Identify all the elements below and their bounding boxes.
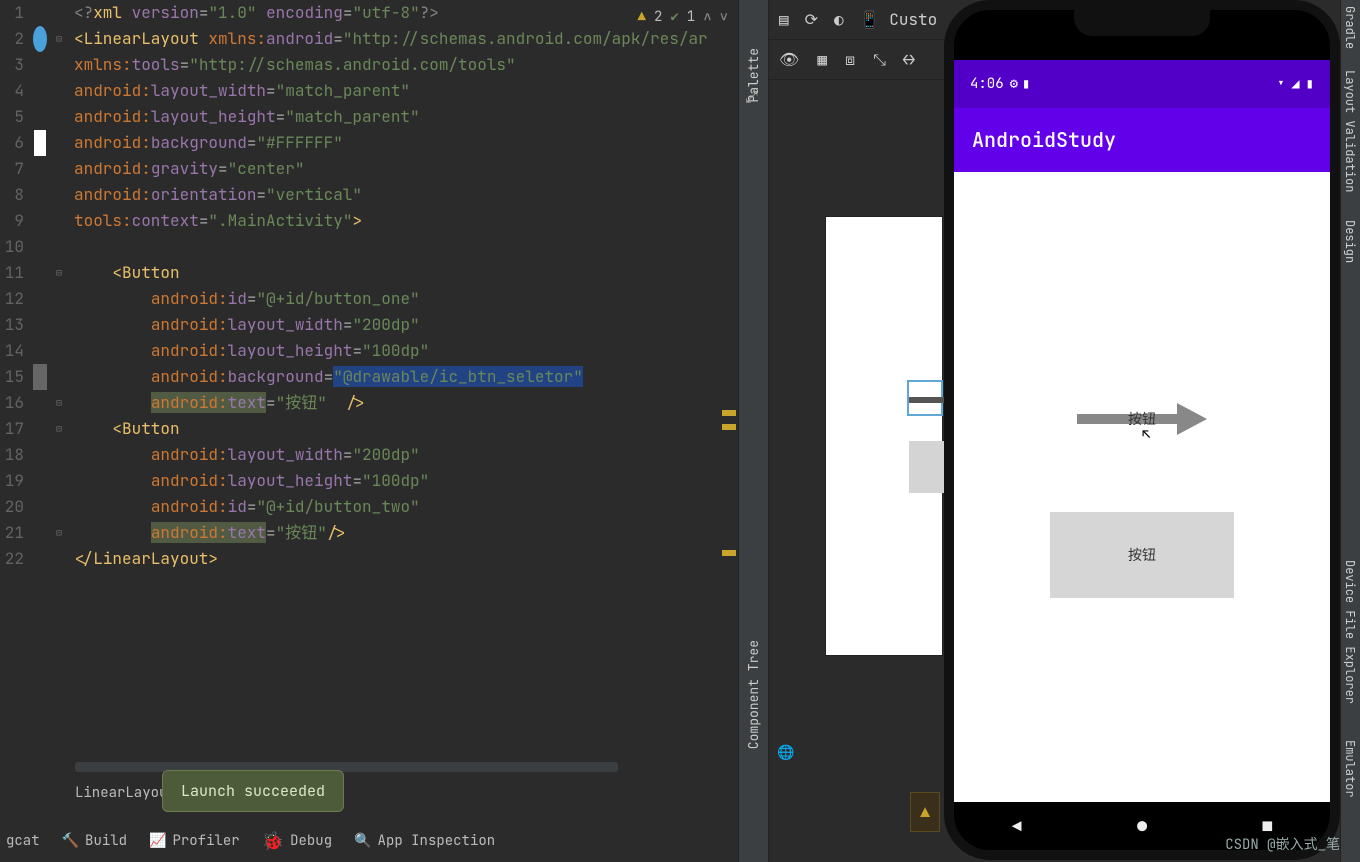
inspect-icon: 🔍 (354, 832, 371, 850)
watermark-text: CSDN @嵌入式_笔记 (1225, 834, 1354, 854)
design-warnings[interactable]: ▲ (910, 792, 940, 832)
status-time: 4:06 (970, 75, 1004, 93)
bug-icon: 🐞 (262, 830, 284, 853)
app-content[interactable]: 按钮 ↖ 按钮 (954, 172, 1330, 802)
grid-icon[interactable]: ▦ (817, 49, 827, 70)
magnet-icon[interactable]: ⧈ (845, 49, 855, 70)
right-tool-window-bar[interactable]: Gradle Layout Validation Design Device F… (1340, 0, 1360, 862)
check-icon: ✔ (670, 8, 678, 26)
nav-back-icon[interactable]: ◀ (1012, 816, 1022, 837)
bottom-tool-window-bar[interactable]: gcat 🔨Build 📈Profiler 🐞Debug 🔍App Inspec… (0, 820, 495, 862)
fold-gutter[interactable]: ⊟⊟⊟⊟⊟ (52, 0, 66, 572)
design-button-one[interactable] (907, 380, 943, 416)
code-editor[interactable]: ▲ 2 ✔ 1 ∧ ∨ 1234567891011121314151617181… (0, 0, 738, 862)
warning-marker[interactable] (722, 410, 736, 416)
horizontal-scrollbar[interactable] (75, 762, 618, 772)
globe-icon[interactable]: 🌐 (777, 744, 794, 762)
button-two[interactable]: 按钮 (1050, 512, 1234, 598)
code-lines[interactable]: <?xml version="1.0" encoding="utf-8"?><L… (66, 0, 708, 572)
layers-icon[interactable]: ▤ (779, 9, 789, 30)
check-count: 1 (687, 8, 695, 26)
debug-tab[interactable]: 🐞Debug (262, 830, 332, 853)
code-area[interactable]: 12345678910111213141516171819202122 ⊟⊟⊟⊟… (0, 0, 738, 572)
zoom-icon[interactable]: ⤡ (873, 49, 886, 70)
button-one[interactable]: 按钮 ↖ (1050, 376, 1234, 462)
eye-icon[interactable]: 👁 (779, 49, 799, 70)
design-panel-tab[interactable]: Design (1342, 220, 1358, 263)
darkmode-icon[interactable]: ◐ (834, 9, 844, 30)
component-tree-label: Component Tree (745, 640, 762, 749)
gradle-panel-tab[interactable]: Gradle (1342, 6, 1358, 49)
drawable-gutter-icon[interactable] (33, 364, 47, 390)
design-surface[interactable] (825, 216, 943, 656)
phone-notch (1074, 10, 1210, 36)
app-toolbar: AndroidStudy (954, 108, 1330, 172)
layout-designer[interactable]: ▤ ⟳ ◐ 📱 Custo 👁 ▦ ⧈ ⤡ ↔ 🌐 ▲ (768, 0, 944, 862)
profiler-tab[interactable]: 📈Profiler (149, 832, 240, 850)
build-tab[interactable]: 🔨Build (62, 832, 127, 850)
status-toast: Launch succeeded (162, 770, 344, 812)
editor-inspections[interactable]: ▲ 2 ✔ 1 ∧ ∨ (638, 8, 728, 26)
palette-panel[interactable]: Palette Component Tree ⤢ (738, 0, 768, 862)
nav-home-icon[interactable]: ● (1137, 816, 1147, 837)
emulator-device-frame: 4:06 ⚙ ▮ ▾ ◢ ▮ AndroidStudy 按钮 (944, 0, 1340, 860)
fit-icon[interactable]: ↔ (904, 49, 914, 70)
class-icon[interactable] (33, 26, 47, 52)
signal-icon: ◢ (1291, 75, 1299, 93)
button-one-text: 按钮 (1128, 409, 1156, 429)
device-file-explorer-tab[interactable]: Device File Explorer (1342, 560, 1358, 704)
layout-validation-panel-tab[interactable]: Layout Validation (1342, 70, 1358, 192)
button-two-text: 按钮 (1128, 545, 1156, 565)
warning-marker[interactable] (722, 424, 736, 430)
nav-down-icon[interactable]: ∨ (720, 8, 728, 26)
rotate-icon[interactable]: ⟳ (805, 9, 818, 30)
emulator-tab[interactable]: Emulator (1342, 740, 1358, 798)
app-title: AndroidStudy (972, 127, 1116, 153)
line-number-gutter: 12345678910111213141516171819202122 (0, 0, 28, 572)
emulator-panel[interactable]: 4:06 ⚙ ▮ ▾ ◢ ▮ AndroidStudy 按钮 (944, 0, 1360, 862)
collapse-icon[interactable]: ⤢ (745, 86, 758, 107)
editor-tab[interactable]: LinearLayou (75, 784, 167, 802)
gear-icon: ⚙ (1010, 75, 1018, 93)
app-inspection-tab[interactable]: 🔍App Inspection (354, 832, 495, 850)
battery-icon: ▮ (1306, 75, 1314, 93)
design-button-two[interactable] (909, 441, 944, 493)
hammer-icon: 🔨 (62, 832, 79, 850)
android-statusbar: 4:06 ⚙ ▮ ▾ ◢ ▮ (954, 60, 1330, 108)
logcat-tab[interactable]: gcat (6, 832, 40, 850)
warning-count: 2 (654, 8, 662, 26)
gutter-icons[interactable] (28, 0, 52, 572)
gauge-icon: 📈 (149, 832, 166, 850)
color-gutter-icon[interactable] (34, 130, 46, 156)
warning-icon: ▲ (638, 8, 646, 26)
warning-marker[interactable] (722, 550, 736, 556)
sdcard-icon: ▮ (1022, 75, 1030, 93)
nav-up-icon[interactable]: ∧ (703, 8, 711, 26)
wifi-icon: ▾ (1277, 75, 1285, 93)
device-select[interactable]: 📱 Custo (860, 9, 938, 30)
